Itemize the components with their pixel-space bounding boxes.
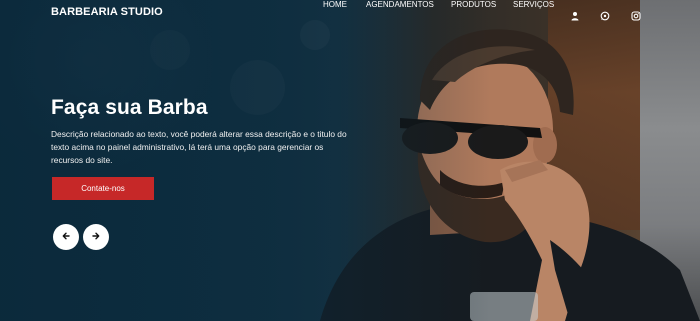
carousel-prev-button[interactable] [53, 224, 79, 250]
nav-servicos[interactable]: SERVIÇOS [513, 0, 554, 9]
top-navbar: BARBEARIA STUDIO HOME AGENDAMENTOS PRODU… [0, 0, 700, 26]
contact-button[interactable]: Contate-nos [52, 177, 154, 200]
hero-title: Faça sua Barba [51, 96, 208, 119]
arrow-right-icon [91, 228, 101, 246]
carousel-next-button[interactable] [83, 224, 109, 250]
nav-produtos[interactable]: PRODUTOS [451, 0, 496, 9]
arrow-left-icon [61, 228, 71, 246]
instagram-icon[interactable] [631, 8, 641, 21]
site-logo[interactable]: BARBEARIA STUDIO [51, 6, 163, 18]
hero-description: Descrição relacionado ao texto, você pod… [51, 129, 347, 165]
user-icon[interactable] [570, 8, 580, 21]
nav-home[interactable]: HOME [323, 0, 347, 9]
hero-banner: BARBEARIA STUDIO HOME AGENDAMENTOS PRODU… [0, 0, 700, 321]
whatsapp-icon[interactable] [600, 8, 610, 21]
nav-agendamentos[interactable]: AGENDAMENTOS [366, 0, 434, 9]
